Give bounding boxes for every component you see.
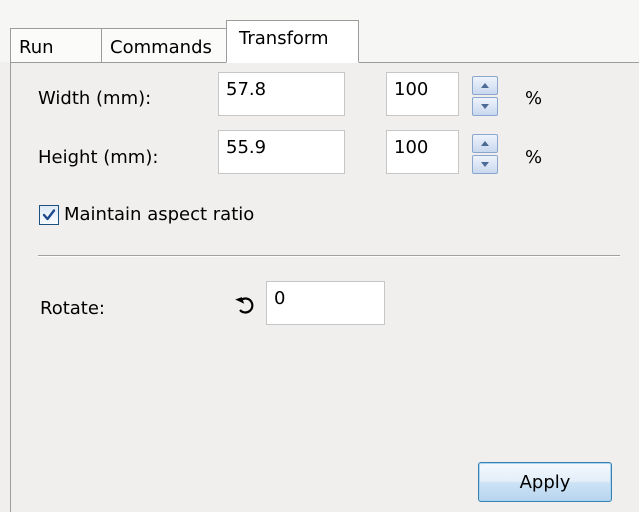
height-percent-down-button[interactable] xyxy=(472,155,498,174)
width-percent-up-button[interactable] xyxy=(472,76,498,95)
tab-run[interactable]: Run xyxy=(10,28,102,62)
arrow-up-icon xyxy=(481,141,489,146)
arrow-down-icon xyxy=(481,162,489,167)
check-icon xyxy=(42,209,56,221)
height-percent-symbol: % xyxy=(525,147,543,168)
apply-button[interactable]: Apply xyxy=(478,462,612,502)
section-divider xyxy=(38,255,620,257)
maintain-aspect-label[interactable]: Maintain aspect ratio xyxy=(64,204,254,225)
width-input[interactable]: 57.8 xyxy=(218,72,345,116)
tab-commands[interactable]: Commands xyxy=(101,28,228,62)
tab-transform[interactable]: Transform xyxy=(226,20,359,63)
maintain-aspect-checkbox[interactable] xyxy=(39,205,59,225)
arrow-down-icon xyxy=(481,104,489,109)
height-input[interactable]: 55.9 xyxy=(218,130,345,174)
height-percent-input[interactable]: 100 xyxy=(386,130,459,174)
rotate-ccw-icon[interactable] xyxy=(232,291,260,319)
width-percent-symbol: % xyxy=(525,88,543,109)
tab-bar: Run Commands Transform xyxy=(10,0,639,63)
arrow-up-icon xyxy=(481,83,489,88)
rotate-label: Rotate: xyxy=(40,298,105,319)
height-percent-spinner xyxy=(472,134,498,174)
width-percent-input[interactable]: 100 xyxy=(386,72,459,116)
width-percent-down-button[interactable] xyxy=(472,97,498,116)
rotate-input[interactable]: 0 xyxy=(266,281,385,325)
height-percent-up-button[interactable] xyxy=(472,134,498,153)
width-percent-spinner xyxy=(472,76,498,116)
height-label: Height (mm): xyxy=(38,147,159,168)
width-label: Width (mm): xyxy=(38,88,152,109)
